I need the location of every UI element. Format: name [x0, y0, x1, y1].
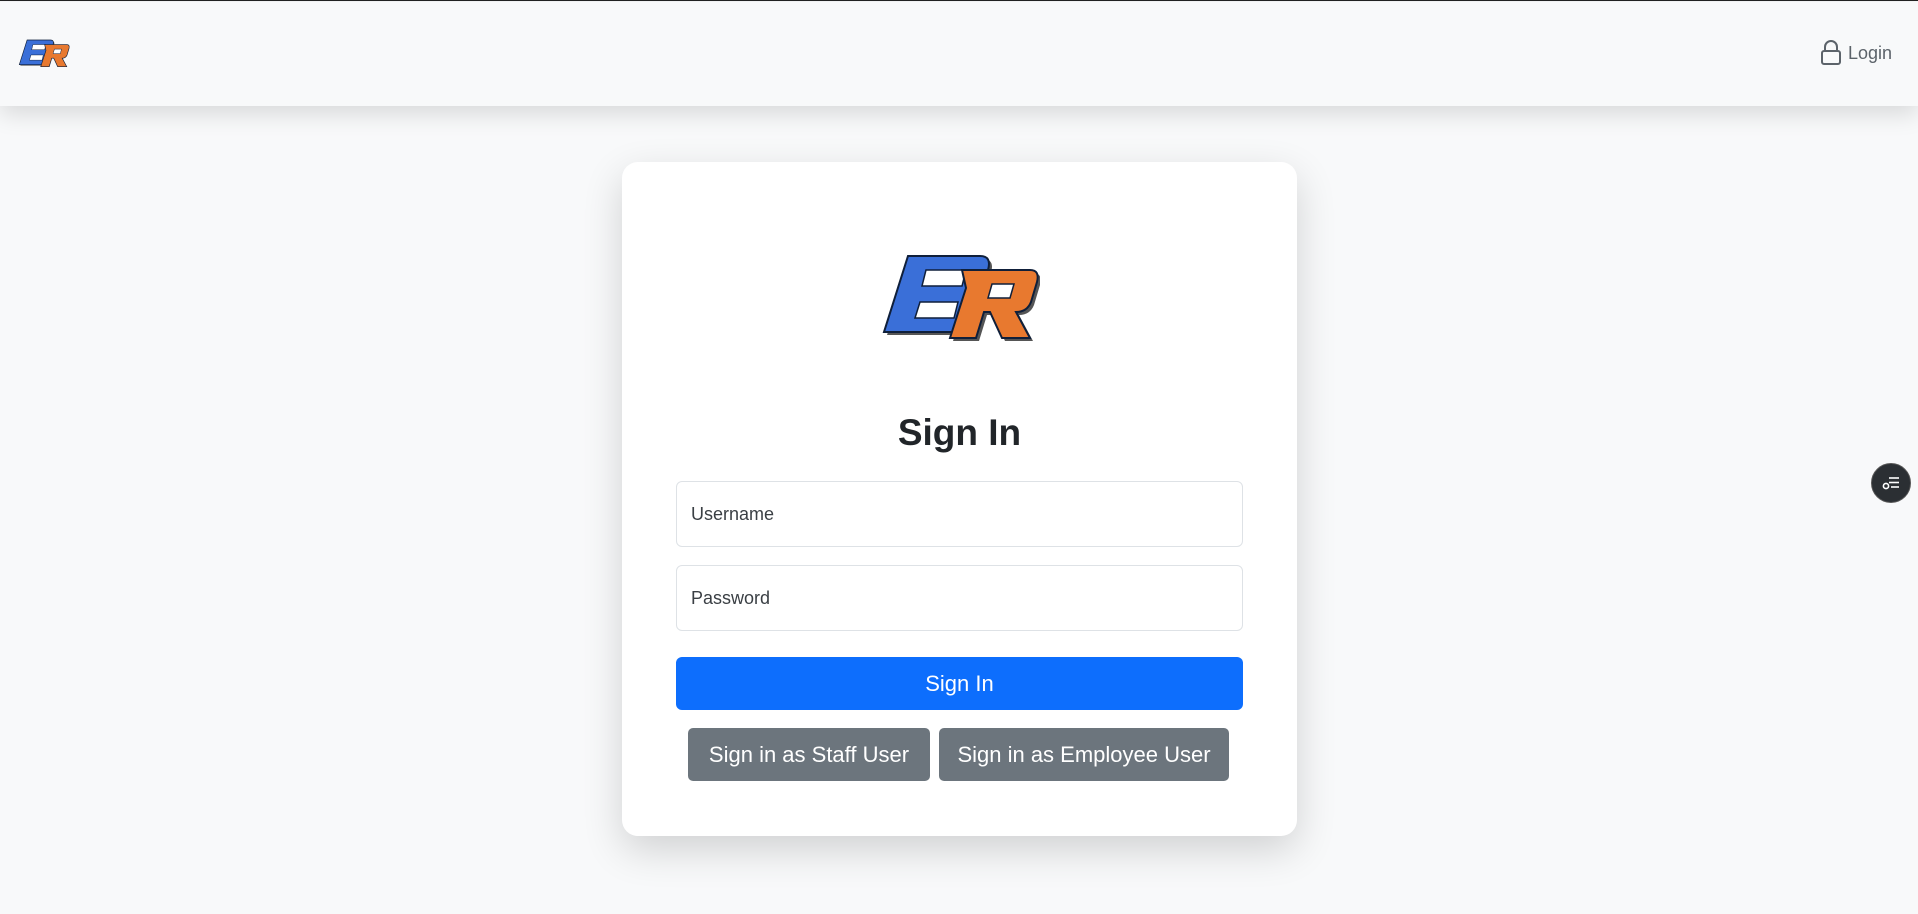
sign-in-card: Sign In Sign In Sign in as Staff User Si… — [622, 162, 1297, 836]
login-label: Login — [1847, 42, 1892, 63]
floating-settings-button[interactable] — [1871, 463, 1911, 503]
employee-sign-in-button[interactable]: Sign in as Employee User — [939, 728, 1229, 781]
top-navbar: Login — [0, 2, 1918, 106]
username-input[interactable] — [676, 481, 1243, 547]
staff-sign-in-button[interactable]: Sign in as Staff User — [688, 728, 930, 781]
br-logo-icon — [882, 255, 1040, 341]
lock-icon — [1820, 40, 1841, 65]
page-title: Sign In — [897, 412, 1022, 453]
br-logo-icon[interactable] — [18, 36, 70, 70]
login-link[interactable]: Login — [1820, 40, 1892, 66]
sign-in-button[interactable]: Sign In — [676, 657, 1243, 710]
settings-list-icon — [1882, 477, 1899, 490]
password-input[interactable] — [676, 565, 1243, 631]
